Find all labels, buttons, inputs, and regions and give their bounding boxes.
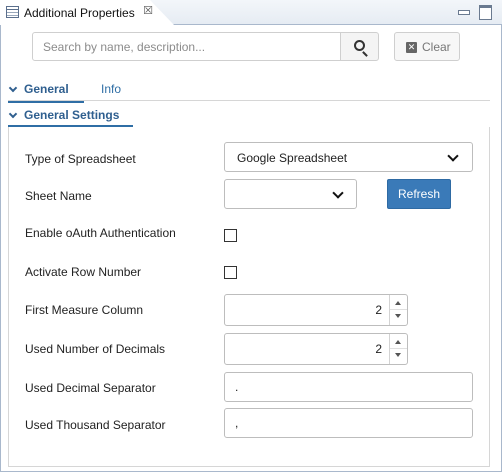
search-button[interactable] [340, 32, 379, 61]
general-settings-header[interactable]: General Settings [8, 108, 133, 127]
chevron-down-icon [332, 187, 344, 199]
tab-general[interactable]: General [8, 82, 84, 103]
clear-button[interactable]: ✕ Clear [394, 32, 460, 61]
section-tabs: General Info [8, 82, 490, 103]
chevron-down-icon [8, 84, 18, 93]
group-title: General Settings [24, 108, 120, 122]
first-measure-column-value: 2 [375, 303, 382, 317]
tab-general-label: General [24, 82, 69, 96]
spreadsheet-type-label: Type of Spreadsheet [25, 152, 136, 166]
stepper-buttons [389, 295, 407, 325]
increment-icon[interactable] [390, 334, 407, 349]
decimal-separator-field[interactable] [224, 372, 473, 402]
sheet-name-select[interactable] [224, 179, 357, 209]
decimals-stepper[interactable]: 2 [224, 333, 408, 365]
clear-label: Clear [422, 40, 451, 54]
first-measure-column-stepper[interactable]: 2 [224, 294, 408, 326]
spreadsheet-type-value: Google Spreadsheet [237, 151, 348, 165]
view-tab-bar: Additional Properties ☒ [0, 0, 502, 25]
decrement-icon[interactable] [390, 310, 407, 325]
decimals-value: 2 [375, 342, 382, 356]
close-icon[interactable]: ☒ [142, 4, 154, 18]
decimal-separator-label: Used Decimal Separator [25, 381, 156, 395]
properties-icon [6, 6, 19, 18]
thousand-separator-label: Used Thousand Separator [25, 418, 166, 432]
stepper-buttons [389, 334, 407, 364]
search-input[interactable] [32, 32, 341, 61]
refresh-button[interactable]: Refresh [387, 179, 451, 209]
spreadsheet-type-select[interactable]: Google Spreadsheet [224, 142, 473, 172]
view-tab-additional-properties[interactable]: Additional Properties ☒ [0, 0, 174, 25]
decimals-label: Used Number of Decimals [25, 342, 166, 356]
search-icon [354, 40, 365, 51]
decrement-icon[interactable] [390, 349, 407, 364]
first-measure-column-label: First Measure Column [25, 303, 144, 317]
tab-info-label: Info [101, 82, 122, 96]
chevron-down-icon [8, 110, 18, 119]
increment-icon[interactable] [390, 295, 407, 310]
minimize-icon[interactable] [456, 4, 470, 18]
oauth-label: Enable oAuth Authentication [25, 226, 176, 240]
row-number-checkbox[interactable] [224, 266, 237, 279]
oauth-checkbox[interactable] [224, 229, 237, 242]
view-title: Additional Properties [24, 6, 135, 20]
thousand-separator-field[interactable] [224, 408, 473, 438]
maximize-icon[interactable] [478, 4, 492, 20]
chevron-down-icon [447, 150, 459, 162]
sheet-name-label: Sheet Name [25, 189, 92, 203]
clear-icon: ✕ [406, 42, 417, 53]
row-number-label: Activate Row Number [25, 265, 142, 279]
tab-info[interactable]: Info [101, 82, 121, 101]
